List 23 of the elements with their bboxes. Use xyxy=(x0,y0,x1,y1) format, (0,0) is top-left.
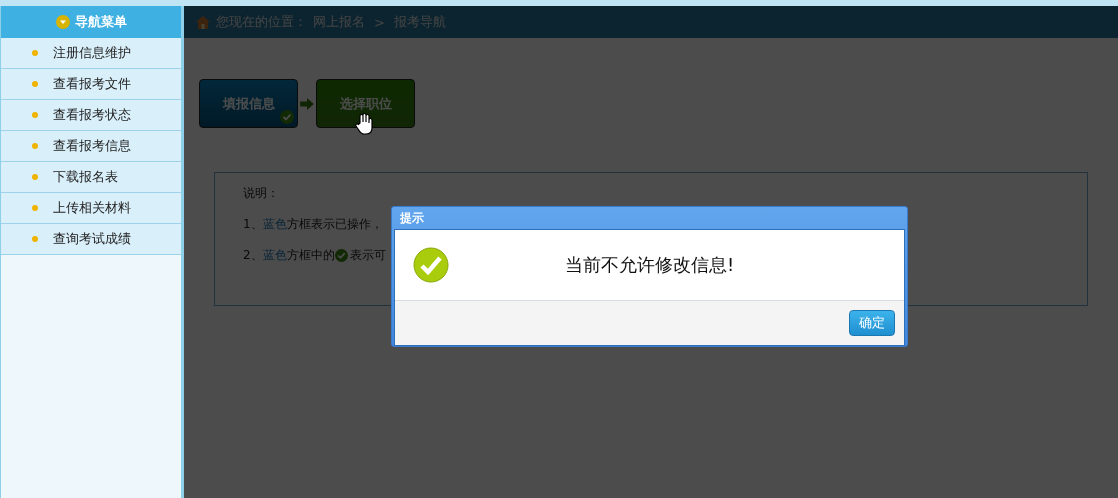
menu-item[interactable]: 查看报考信息 xyxy=(1,131,181,162)
menu-item[interactable]: 查询考试成绩 xyxy=(1,224,181,255)
bullet-icon xyxy=(32,112,38,118)
notes-title: 说明： xyxy=(243,185,279,202)
menu-item[interactable]: 查看报考状态 xyxy=(1,100,181,131)
bullet-icon xyxy=(32,81,38,87)
bullet-icon xyxy=(32,205,38,211)
dialog-message: 当前不允许修改信息! xyxy=(563,253,736,277)
hand-cursor-icon xyxy=(354,113,374,135)
menu-item[interactable]: 下载报名表 xyxy=(1,162,181,193)
dialog-title: 提示 xyxy=(399,210,425,227)
menu-item[interactable]: 查看报考文件 xyxy=(1,69,181,100)
collapse-icon xyxy=(55,15,70,29)
bullet-icon xyxy=(32,236,38,242)
breadcrumb-separator: > xyxy=(374,14,385,30)
note-line: 1、蓝色方框表示已操作， xyxy=(243,216,383,233)
sidebar-title: 导航菜单 xyxy=(74,13,127,31)
bullet-icon xyxy=(32,143,38,149)
bullet-icon xyxy=(32,174,38,180)
success-icon xyxy=(413,247,449,283)
menu-item[interactable]: 上传相关材料 xyxy=(1,193,181,224)
menu-item[interactable]: 注册信息维护 xyxy=(1,38,181,69)
bullet-icon xyxy=(32,50,38,56)
